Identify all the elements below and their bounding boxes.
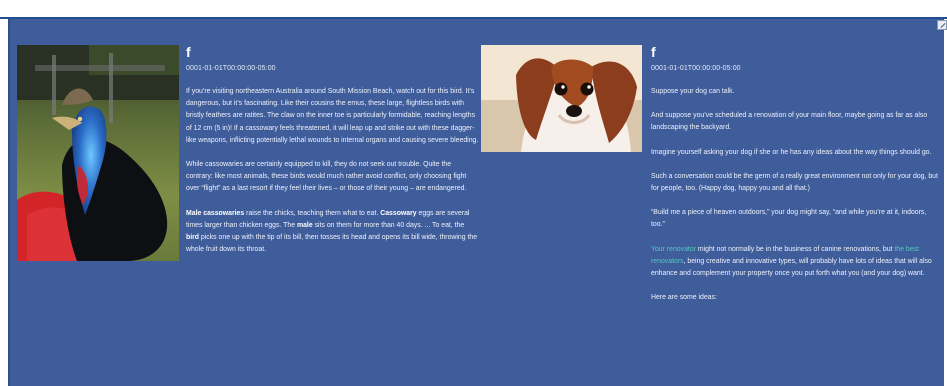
text-span: raise the chicks, teaching them what to …: [244, 209, 381, 217]
dog-image: [481, 45, 642, 152]
bold-term: male: [296, 221, 313, 229]
paragraph-5: “Build me a piece of heaven outdoors,” y…: [651, 209, 927, 229]
cassowary-image: [17, 45, 179, 261]
bold-term: Male cassowaries: [186, 209, 245, 217]
bold-term: bird: [186, 234, 200, 242]
text-span: , being creative and innovative types, w…: [651, 257, 932, 278]
post-date: 0001-01-01T00:00:00-05:00: [186, 65, 276, 72]
text-span: sits on them for more than 40 days. ... …: [312, 221, 465, 229]
paragraph-3: Male cassowaries raise the chicks, teach…: [186, 208, 479, 257]
paragraph-4: Such a conversation could be the germ of…: [651, 172, 938, 193]
paragraph-2: While cassowaries are certainly equipped…: [186, 161, 467, 193]
bold-term: Cassowary: [380, 209, 417, 217]
paragraph-2: And suppose you’ve scheduled a renovatio…: [651, 112, 928, 132]
facebook-icon[interactable]: f: [651, 45, 661, 59]
article-body-left: If you’re visiting northeastern Australi…: [186, 86, 479, 268]
facebook-icon[interactable]: f: [186, 45, 196, 59]
link-your-renovator[interactable]: Your renovator: [651, 246, 696, 253]
paragraph-1: Suppose your dog can talk.: [651, 88, 735, 95]
text-span: picks one up with the tip of its bill, t…: [186, 234, 478, 254]
paragraph-1: If you’re visiting northeastern Australi…: [186, 88, 479, 144]
expand-icon[interactable]: [937, 20, 947, 30]
top-bar: [0, 0, 947, 19]
text-span: might not normally be in the business of…: [695, 245, 895, 253]
paragraph-3: Imagine yourself asking your dog if she …: [651, 148, 932, 156]
paragraph-6: Your renovator might not normally be in …: [651, 244, 941, 281]
post-date: 0001-01-01T00:00:00-05:00: [651, 65, 741, 72]
paragraph-7: Here are some ideas:: [651, 294, 717, 302]
article-body-right: Suppose your dog can talk. And suppose y…: [651, 86, 941, 316]
